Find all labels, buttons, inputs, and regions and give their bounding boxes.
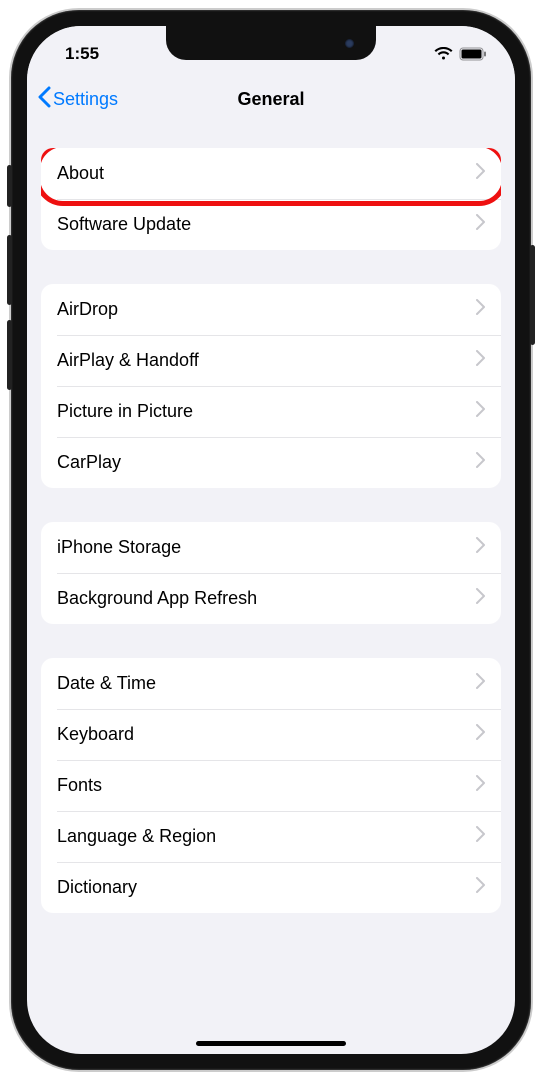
- chevron-left-icon: [37, 86, 51, 113]
- chevron-right-icon: [476, 877, 485, 898]
- volume-down-button: [7, 320, 12, 390]
- screen: 1:55 Settings General: [27, 26, 515, 1054]
- chevron-right-icon: [476, 163, 485, 184]
- back-label: Settings: [53, 89, 118, 110]
- volume-up-button: [7, 235, 12, 305]
- row-label: Dictionary: [57, 877, 137, 898]
- front-camera: [345, 39, 354, 48]
- settings-group: iPhone Storage Background App Refresh: [41, 522, 501, 624]
- row-label: AirPlay & Handoff: [57, 350, 199, 371]
- settings-scroll[interactable]: About Software Update AirDrop: [27, 122, 515, 1054]
- nav-bar: Settings General: [27, 76, 515, 122]
- settings-group: AirDrop AirPlay & Handoff Picture in Pic…: [41, 284, 501, 488]
- chevron-right-icon: [476, 452, 485, 473]
- chevron-right-icon: [476, 673, 485, 694]
- row-label: Language & Region: [57, 826, 216, 847]
- chevron-right-icon: [476, 775, 485, 796]
- chevron-right-icon: [476, 299, 485, 320]
- row-fonts[interactable]: Fonts: [41, 760, 501, 811]
- notch: [166, 26, 376, 60]
- chevron-right-icon: [476, 214, 485, 235]
- row-carplay[interactable]: CarPlay: [41, 437, 501, 488]
- row-label: Picture in Picture: [57, 401, 193, 422]
- settings-group: Date & Time Keyboard Fonts Language & Re…: [41, 658, 501, 913]
- row-iphone-storage[interactable]: iPhone Storage: [41, 522, 501, 573]
- row-label: Keyboard: [57, 724, 134, 745]
- chevron-right-icon: [476, 537, 485, 558]
- row-label: CarPlay: [57, 452, 121, 473]
- mute-switch: [7, 165, 12, 207]
- row-software-update[interactable]: Software Update: [41, 199, 501, 250]
- row-about[interactable]: About: [41, 148, 501, 199]
- row-keyboard[interactable]: Keyboard: [41, 709, 501, 760]
- power-button: [530, 245, 535, 345]
- chevron-right-icon: [476, 826, 485, 847]
- chevron-right-icon: [476, 350, 485, 371]
- chevron-right-icon: [476, 401, 485, 422]
- phone-frame: 1:55 Settings General: [11, 10, 531, 1070]
- chevron-right-icon: [476, 588, 485, 609]
- back-button[interactable]: Settings: [37, 86, 118, 113]
- settings-group: About Software Update: [41, 148, 501, 250]
- row-date-time[interactable]: Date & Time: [41, 658, 501, 709]
- wifi-icon: [434, 47, 453, 61]
- row-label: About: [57, 163, 104, 184]
- row-label: AirDrop: [57, 299, 118, 320]
- home-indicator[interactable]: [196, 1041, 346, 1046]
- page-title: General: [237, 89, 304, 110]
- row-background-app-refresh[interactable]: Background App Refresh: [41, 573, 501, 624]
- row-label: iPhone Storage: [57, 537, 181, 558]
- chevron-right-icon: [476, 724, 485, 745]
- row-language-region[interactable]: Language & Region: [41, 811, 501, 862]
- row-airdrop[interactable]: AirDrop: [41, 284, 501, 335]
- row-label: Software Update: [57, 214, 191, 235]
- battery-icon: [459, 47, 487, 61]
- row-picture-in-picture[interactable]: Picture in Picture: [41, 386, 501, 437]
- row-label: Fonts: [57, 775, 102, 796]
- status-time: 1:55: [55, 44, 165, 64]
- row-label: Date & Time: [57, 673, 156, 694]
- row-airplay-handoff[interactable]: AirPlay & Handoff: [41, 335, 501, 386]
- row-label: Background App Refresh: [57, 588, 257, 609]
- row-dictionary[interactable]: Dictionary: [41, 862, 501, 913]
